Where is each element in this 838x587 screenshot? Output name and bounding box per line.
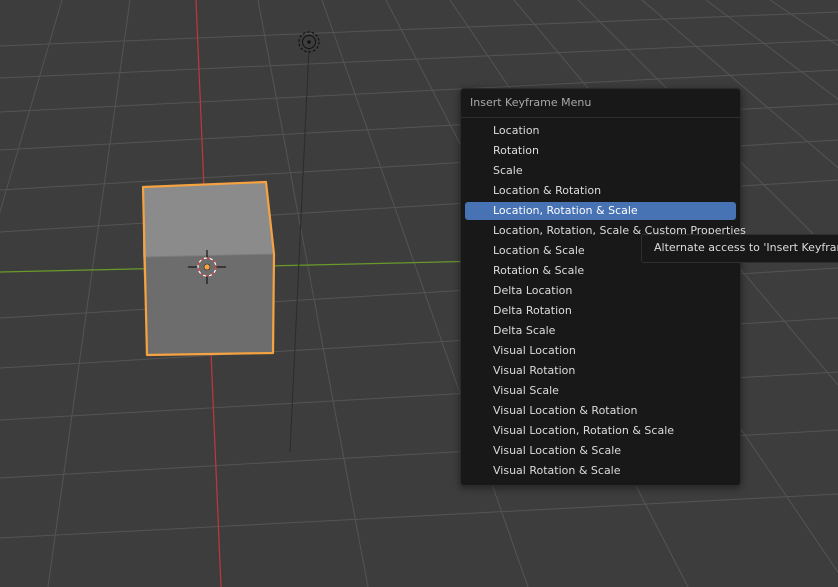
menu-item-delta-location[interactable]: Delta Location [465, 282, 736, 300]
menu-item-delta-scale[interactable]: Delta Scale [465, 322, 736, 340]
menu-item-visual-location-rotation[interactable]: Visual Location & Rotation [465, 402, 736, 420]
menu-item-visual-scale[interactable]: Visual Scale [465, 382, 736, 400]
menu-item-visual-location-scale[interactable]: Visual Location & Scale [465, 442, 736, 460]
menu-item-visual-rotation-scale[interactable]: Visual Rotation & Scale [465, 462, 736, 480]
menu-title: Insert Keyframe Menu [470, 96, 592, 109]
menu-item-visual-location-rotation-scale[interactable]: Visual Location, Rotation & Scale [465, 422, 736, 440]
menu-item-location[interactable]: Location [465, 122, 736, 140]
menu-item-location-rotation[interactable]: Location & Rotation [465, 182, 736, 200]
menu-item-delta-rotation[interactable]: Delta Rotation [465, 302, 736, 320]
tooltip: Alternate access to 'Insert Keyframe' [641, 234, 838, 263]
menu-item-scale[interactable]: Scale [465, 162, 736, 180]
menu-item-visual-location[interactable]: Visual Location [465, 342, 736, 360]
menu-item-rotation[interactable]: Rotation [465, 142, 736, 160]
insert-keyframe-menu: Insert Keyframe Menu Location Rotation S… [460, 88, 746, 486]
menu-item-location-rotation-scale[interactable]: Location, Rotation & Scale [465, 202, 736, 220]
menu-item-visual-rotation[interactable]: Visual Rotation [465, 362, 736, 380]
menu-separator [461, 117, 740, 118]
tooltip-text: Alternate access to 'Insert Keyframe' [654, 241, 838, 254]
menu-item-rotation-scale[interactable]: Rotation & Scale [465, 262, 736, 280]
